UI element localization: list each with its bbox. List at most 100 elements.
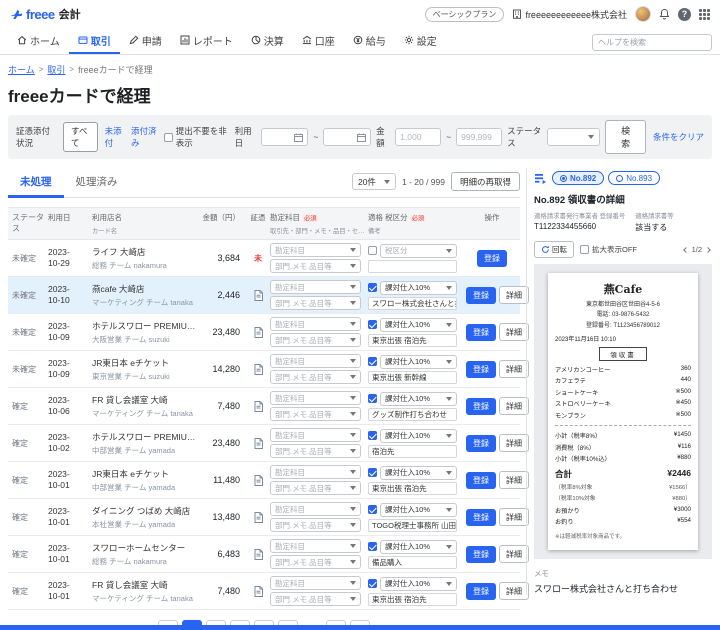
tax-class-select[interactable]: 課対仕入10%: [380, 318, 457, 332]
tags-select[interactable]: 部門.メモ.品目等: [270, 296, 361, 310]
detail-button[interactable]: 詳細: [499, 323, 529, 341]
breadcrumb-transactions-link[interactable]: 取引: [47, 63, 65, 76]
row-evidence-cell[interactable]: [248, 364, 268, 375]
qualified-checkbox[interactable]: [368, 579, 377, 588]
account-item-select[interactable]: 勘定科目: [270, 539, 361, 553]
account-item-select[interactable]: 勘定科目: [270, 576, 361, 590]
detail-button[interactable]: 詳細: [499, 471, 529, 489]
remark-input[interactable]: 東京出張 新幹線: [368, 371, 457, 384]
nav-payroll[interactable]: 給与: [344, 28, 395, 54]
evidence-option-unattached[interactable]: 未添付: [105, 125, 124, 149]
notifications-bell-icon[interactable]: [659, 8, 670, 20]
transaction-row[interactable]: 未確定 2023- 10-09 JR東日本 eチケット 東京営業 チーム suz…: [8, 351, 520, 388]
nav-transactions[interactable]: 取引: [69, 28, 120, 54]
qualified-checkbox[interactable]: [368, 468, 377, 477]
qualified-checkbox[interactable]: [368, 431, 377, 440]
account-item-select[interactable]: 勘定科目: [270, 465, 361, 479]
detail-button[interactable]: 詳細: [499, 545, 529, 563]
account-item-select[interactable]: 勘定科目: [270, 280, 361, 294]
tags-select[interactable]: 部門.メモ.品目等: [270, 481, 361, 495]
receipt-no-pill[interactable]: No.893: [608, 171, 660, 185]
detail-button[interactable]: 詳細: [499, 582, 529, 600]
status-filter-select[interactable]: [547, 128, 600, 146]
row-evidence-cell[interactable]: [248, 401, 268, 412]
tax-class-select[interactable]: 課対仕入10%: [380, 392, 457, 406]
remark-input[interactable]: [368, 260, 457, 273]
tags-select[interactable]: 部門.メモ.品目等: [270, 444, 361, 458]
transaction-row[interactable]: 確定 2023- 10-02 ホテルスワロー PREMIUM東京… 中部営業 チ…: [8, 425, 520, 462]
tags-select[interactable]: 部門.メモ.品目等: [270, 370, 361, 384]
qualified-checkbox[interactable]: [368, 320, 377, 329]
remark-input[interactable]: グッズ制作打ち合わせ: [368, 408, 457, 421]
transaction-row[interactable]: 確定 2023- 10-01 スワローホームセンター 総務 チーム nakamu…: [8, 536, 520, 573]
usage-date-from-input[interactable]: [261, 128, 309, 146]
transaction-row[interactable]: 確定 2023- 10-01 ダイニング つばめ 大崎店 本社営業 チーム ya…: [8, 499, 520, 536]
refresh-statements-button[interactable]: 明細の再取得: [451, 172, 520, 191]
register-button[interactable]: 登録: [466, 546, 496, 563]
per-page-select[interactable]: 20件: [352, 173, 396, 190]
search-button[interactable]: 検索: [605, 120, 646, 154]
zoom-checkbox[interactable]: [580, 245, 589, 254]
receipt-no-pill[interactable]: No.892: [552, 171, 604, 185]
tax-class-select[interactable]: 課対仕入10%: [380, 466, 457, 480]
detail-button[interactable]: 詳細: [499, 508, 529, 526]
amount-max-input[interactable]: [456, 128, 502, 146]
receipt-next-icon[interactable]: [705, 247, 711, 253]
qualified-checkbox[interactable]: [368, 283, 377, 292]
usage-date-to-input[interactable]: [323, 128, 371, 146]
hide-not-required-checkbox[interactable]: [164, 133, 173, 142]
account-item-select[interactable]: 勘定科目: [270, 317, 361, 331]
register-button[interactable]: 登録: [466, 361, 496, 378]
apps-grid-icon[interactable]: [699, 9, 710, 20]
remark-input[interactable]: 東京出張 宿泊先: [368, 334, 457, 347]
breadcrumb-home-link[interactable]: ホーム: [8, 63, 35, 76]
transaction-row[interactable]: 未確定 2023- 10-09 ホテルスワロー PREMIUM東京… 大阪営業 …: [8, 314, 520, 351]
register-button[interactable]: 登録: [466, 287, 496, 304]
register-button[interactable]: 登録: [466, 583, 496, 600]
tags-select[interactable]: 部門.メモ.品目等: [270, 592, 361, 606]
transaction-row[interactable]: 確定 2023- 10-01 FR 貸し会議室 大崎 マーケティング チーム t…: [8, 573, 520, 610]
remark-input[interactable]: 備品購入: [368, 556, 457, 569]
row-evidence-cell[interactable]: [248, 438, 268, 449]
tags-select[interactable]: 部門.メモ.品目等: [270, 333, 361, 347]
detail-button[interactable]: 詳細: [499, 286, 529, 304]
register-button[interactable]: 登録: [477, 250, 507, 267]
company-menu[interactable]: freeeeeeeeeeee株式会社: [512, 8, 627, 21]
nav-settings[interactable]: 設定: [395, 28, 446, 54]
account-item-select[interactable]: 勘定科目: [270, 243, 361, 257]
transaction-row[interactable]: 未確定 2023- 10-10 燕cafe 大崎店 マーケティング チーム ta…: [8, 277, 520, 314]
tags-select[interactable]: 部門.メモ.品目等: [270, 259, 361, 273]
register-button[interactable]: 登録: [466, 472, 496, 489]
freee-logo[interactable]: freee 会計: [10, 6, 81, 22]
tags-select[interactable]: 部門.メモ.品目等: [270, 555, 361, 569]
register-button[interactable]: 登録: [466, 509, 496, 526]
tax-class-select[interactable]: 課対仕入10%: [380, 577, 457, 591]
amount-min-input[interactable]: [395, 128, 441, 146]
tax-class-select[interactable]: 税区分: [380, 244, 457, 258]
receipt-list-icon[interactable]: [534, 172, 547, 185]
detail-button[interactable]: 詳細: [499, 360, 529, 378]
row-evidence-cell[interactable]: [248, 512, 268, 523]
transaction-row[interactable]: 未確定 2023- 10-29 ライフ 大崎店 総務 チーム nakamura …: [8, 240, 520, 277]
receipt-viewer[interactable]: 燕Cafe 東京都世田谷区世田谷4-5-6 電話: 03-9876-5432 登…: [534, 264, 712, 559]
remark-input[interactable]: 東京出張 宿泊先: [368, 482, 457, 495]
tax-class-select[interactable]: 課対仕入10%: [380, 540, 457, 554]
register-button[interactable]: 登録: [466, 324, 496, 341]
detail-button[interactable]: 詳細: [499, 434, 529, 452]
qualified-checkbox[interactable]: [368, 357, 377, 366]
detail-button[interactable]: 詳細: [499, 397, 529, 415]
account-item-select[interactable]: 勘定科目: [270, 354, 361, 368]
receipt-prev-icon[interactable]: [683, 247, 689, 253]
tax-class-select[interactable]: 課対仕入10%: [380, 429, 457, 443]
clear-conditions-link[interactable]: 条件をクリア: [653, 131, 704, 143]
qualified-checkbox[interactable]: [368, 246, 377, 255]
account-item-select[interactable]: 勘定科目: [270, 391, 361, 405]
qualified-checkbox[interactable]: [368, 394, 377, 403]
help-icon[interactable]: ?: [678, 8, 691, 21]
tax-class-select[interactable]: 課対仕入10%: [380, 355, 457, 369]
register-button[interactable]: 登録: [466, 398, 496, 415]
tax-class-select[interactable]: 課対仕入10%: [380, 503, 457, 517]
hide-not-required-toggle[interactable]: 提出不要を非表示: [164, 125, 230, 149]
row-evidence-cell[interactable]: [248, 327, 268, 338]
account-item-select[interactable]: 勘定科目: [270, 428, 361, 442]
